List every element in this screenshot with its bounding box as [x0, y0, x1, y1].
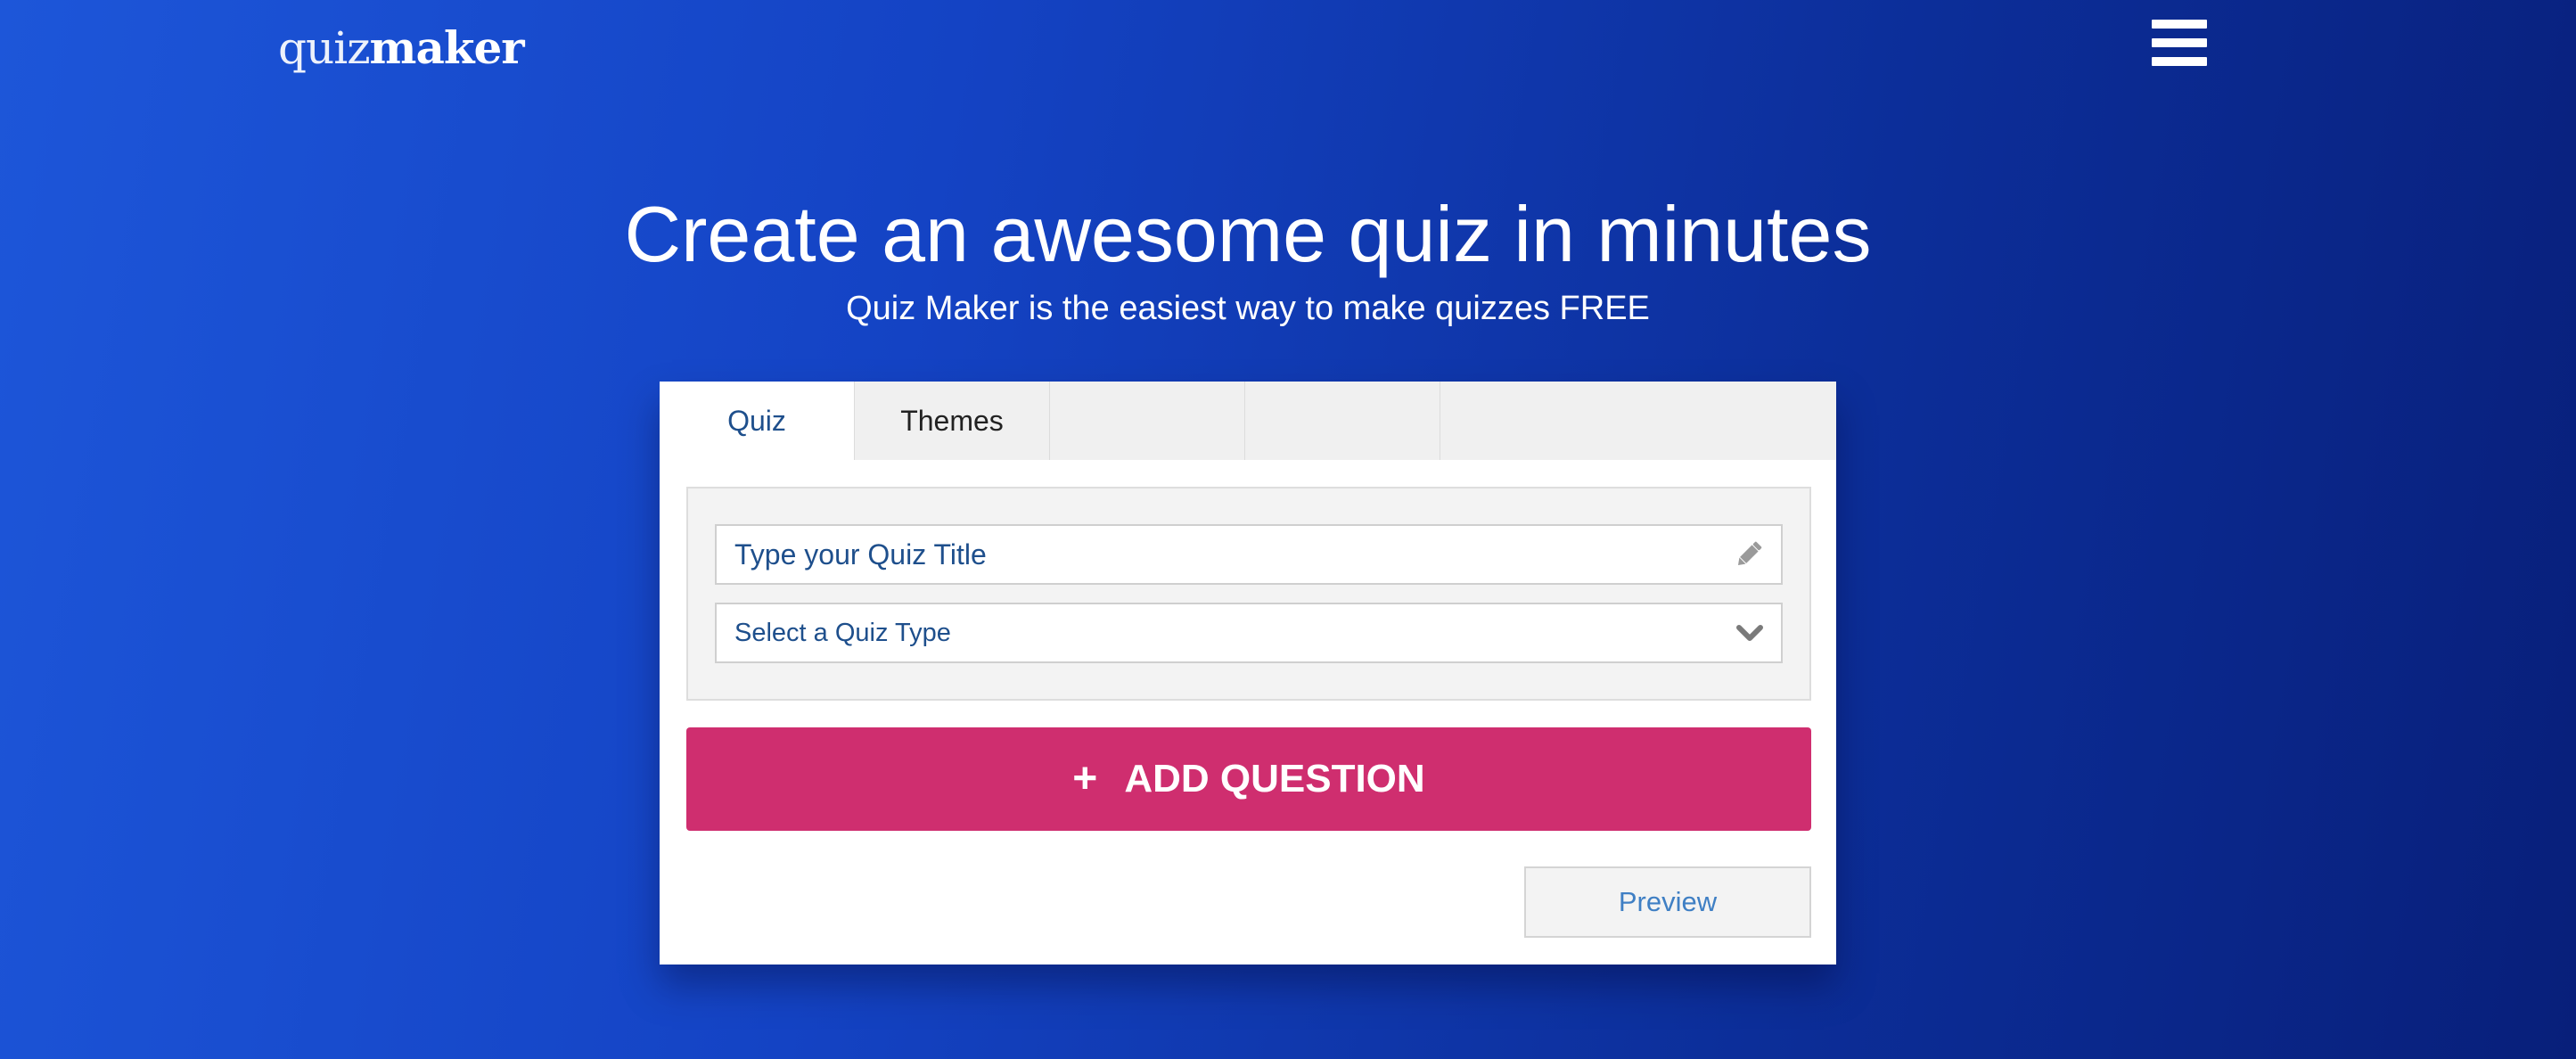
menu-bar [2152, 38, 2207, 47]
tab-bar: Quiz Themes [660, 382, 1836, 460]
hamburger-menu-icon[interactable] [2152, 20, 2207, 66]
page-subtitle: Quiz Maker is the easiest way to make qu… [846, 290, 1650, 327]
add-question-label: ADD QUESTION [1124, 757, 1425, 800]
menu-bar [2152, 57, 2207, 66]
add-question-button[interactable]: + ADD QUESTION [686, 727, 1811, 831]
tab-themes[interactable]: Themes [855, 382, 1050, 460]
tab-empty-4[interactable] [1245, 382, 1440, 460]
quiz-builder-card: Quiz Themes Select a Quiz Type + ADD [660, 382, 1836, 965]
quiz-title-input[interactable] [734, 526, 1715, 583]
quiz-type-selected-value[interactable]: Select a Quiz Type [734, 604, 1715, 661]
preview-button[interactable]: Preview [1524, 866, 1811, 938]
logo-text-light: quiz [278, 22, 371, 74]
quiz-settings-panel: Select a Quiz Type [686, 487, 1811, 701]
quiz-title-field[interactable] [715, 524, 1783, 585]
tab-quiz[interactable]: Quiz [660, 382, 855, 460]
menu-bar [2152, 20, 2207, 29]
quizmaker-logo[interactable]: quizmaker [278, 20, 525, 77]
tab-empty-3[interactable] [1050, 382, 1245, 460]
plus-icon: + [1072, 755, 1098, 802]
logo-text-bold: maker [369, 21, 525, 74]
chevron-down-icon[interactable] [1735, 619, 1765, 647]
tab-empty-5[interactable] [1440, 382, 1836, 460]
page-title: Create an awesome quiz in minutes [624, 190, 1872, 278]
pencil-icon [1737, 541, 1762, 566]
quiz-type-select[interactable]: Select a Quiz Type [715, 603, 1783, 663]
